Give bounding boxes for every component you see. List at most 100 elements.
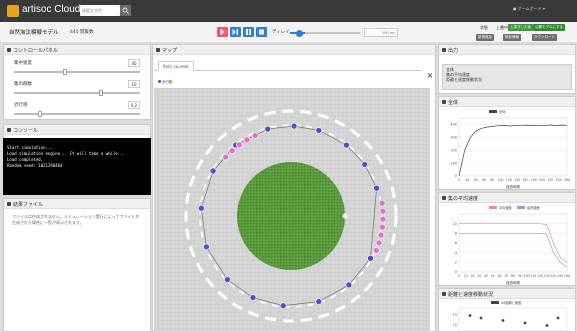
map-tabs: field_counter bbox=[154, 59, 422, 71]
info-button[interactable]: 既存情報 bbox=[503, 34, 521, 41]
param-label: 近行感 bbox=[14, 103, 28, 108]
map-title-text: マップ bbox=[162, 48, 178, 54]
x-tick-label: 60 bbox=[482, 178, 486, 182]
x-tick-label: 0 bbox=[458, 178, 460, 182]
agent-blue bbox=[315, 298, 323, 305]
delay-label: ディレイ bbox=[272, 30, 290, 35]
user-menu[interactable]: ● ゲームボード ▾ bbox=[513, 6, 545, 12]
chart-overall-title-text: 全体 bbox=[448, 100, 459, 106]
x-tick-label: 160 bbox=[522, 178, 528, 182]
x-tick-label: 200 bbox=[539, 178, 545, 182]
publish-button[interactable]: 公開モデルにする bbox=[533, 24, 566, 31]
step-button[interactable] bbox=[230, 27, 241, 37]
agent-blue bbox=[290, 122, 298, 130]
console-panel: コンソール bbox=[3, 124, 151, 138]
stop-button[interactable] bbox=[217, 27, 228, 37]
chart-distance-title-text: 距離と速度移動状況 bbox=[448, 292, 494, 298]
x-tick-label: 80 bbox=[511, 274, 515, 278]
x-tick-label: 70 bbox=[504, 274, 508, 278]
console-line: Start simulation... bbox=[7, 145, 53, 150]
new-button[interactable]: 新規追加 bbox=[476, 34, 494, 41]
status-label: 状態 bbox=[480, 25, 488, 30]
console-title: コンソール bbox=[4, 125, 150, 135]
chart-panel-overall: 全体 0 100 200 300 400 0 20 40 60 80 100 120 140 160 180… bbox=[438, 96, 576, 190]
scatter-point bbox=[501, 319, 505, 322]
scatter-point bbox=[556, 316, 560, 320]
pause-button[interactable] bbox=[243, 27, 254, 37]
agent-blue bbox=[367, 255, 374, 262]
chart-icon bbox=[442, 292, 446, 296]
param-slider-knob[interactable] bbox=[62, 69, 67, 75]
agent-pink bbox=[236, 141, 243, 149]
x-tick-label: 100 bbox=[523, 274, 529, 278]
param-slider[interactable] bbox=[14, 71, 140, 73]
delay-slider-knob[interactable] bbox=[296, 29, 303, 37]
map-title: マップ bbox=[153, 45, 435, 55]
param-slider[interactable] bbox=[14, 92, 140, 94]
reset-button[interactable] bbox=[256, 27, 267, 37]
agent-blue bbox=[361, 161, 368, 168]
step-icon bbox=[232, 29, 238, 35]
output-icon bbox=[442, 48, 446, 52]
map-legend-label: 全行動 bbox=[162, 80, 173, 84]
tab-field-counter[interactable]: field_counter bbox=[158, 61, 195, 71]
x-tick-label: 100 bbox=[497, 178, 503, 182]
param-value-input[interactable]: 10 bbox=[128, 80, 140, 88]
delay-slider-rest bbox=[305, 32, 360, 34]
x-tick-label: 60 bbox=[497, 274, 501, 278]
param-slider[interactable] bbox=[14, 113, 140, 115]
chart-overall-title: 全体 bbox=[439, 97, 575, 107]
control-panel-title-text: コントロールパネル bbox=[13, 48, 59, 54]
param-label: 集中速度 bbox=[14, 61, 32, 66]
simulation-canvas[interactable] bbox=[154, 88, 430, 332]
param-slider-knob[interactable] bbox=[99, 90, 104, 96]
x-tick-label: 40 bbox=[474, 178, 478, 182]
scatter-point bbox=[523, 321, 527, 325]
x-tick-label: 10 bbox=[464, 274, 468, 278]
legend-label: XX距離と速度 bbox=[501, 300, 522, 305]
download-button[interactable]: ダウンロード bbox=[532, 34, 557, 41]
agent-pink bbox=[379, 215, 387, 223]
legend-dot-icon bbox=[158, 80, 161, 83]
y-tick-label: 400 bbox=[450, 123, 457, 127]
param-value-input[interactable]: 0.2 bbox=[128, 101, 140, 109]
param-value-input[interactable]: 40 bbox=[128, 59, 140, 67]
x-tick-label: 260 bbox=[564, 178, 570, 182]
output-item[interactable]: 距離と速度移動状況 bbox=[446, 77, 568, 82]
model-header: 自然淘汰模擬モデル 440 閲覧数 ディレイ 100 ms 状態 上書中 上書き… bbox=[0, 22, 577, 42]
search-icon bbox=[122, 7, 129, 14]
legend-swatch bbox=[491, 301, 499, 304]
console-title-text: コンソール bbox=[13, 128, 39, 134]
x-tick-label: 30 bbox=[477, 274, 481, 278]
y-tick-label: 0 bbox=[455, 174, 457, 178]
y-tick-label: 10 bbox=[453, 323, 457, 327]
agent-pink bbox=[375, 239, 383, 247]
x-tick-label: 150 bbox=[557, 274, 563, 278]
search-input[interactable]: 検索文字列 bbox=[80, 5, 120, 16]
overwrite-button[interactable]: 上書きした後 bbox=[508, 24, 533, 31]
map-legend: 全行動 bbox=[158, 80, 173, 85]
x-axis-label: 経過時間 bbox=[506, 184, 520, 189]
search-button[interactable] bbox=[120, 5, 131, 16]
agent-blue bbox=[264, 125, 271, 133]
agent-blue bbox=[343, 141, 350, 149]
y-tick-label: 10 bbox=[453, 222, 457, 226]
sliders-icon bbox=[7, 48, 11, 52]
agent-white bbox=[342, 213, 348, 219]
x-tick-label: 130 bbox=[544, 274, 550, 278]
output-list[interactable]: 全体 集の平均速度 距離と速度移動状況 bbox=[442, 64, 572, 90]
close-icon[interactable]: × bbox=[426, 72, 434, 80]
console-output: Start simulation... Load simulation engi… bbox=[3, 138, 151, 195]
x-tick-label: 20 bbox=[465, 178, 469, 182]
agent-blue bbox=[209, 167, 217, 175]
x-axis-label: 経過時間 bbox=[506, 280, 520, 285]
x-tick-label: 80 bbox=[490, 178, 494, 182]
distance-scatter-chart: 10 15 XX距離と速度 bbox=[453, 300, 568, 332]
agent-pink bbox=[222, 153, 229, 161]
agent-blue bbox=[279, 302, 287, 309]
y-tick-label: 4 bbox=[455, 251, 458, 255]
x-tick-label: 50 bbox=[491, 274, 495, 278]
param-slider-knob[interactable] bbox=[38, 111, 43, 117]
delay-value[interactable]: 100 ms bbox=[364, 28, 398, 37]
logo-icon bbox=[7, 5, 19, 17]
